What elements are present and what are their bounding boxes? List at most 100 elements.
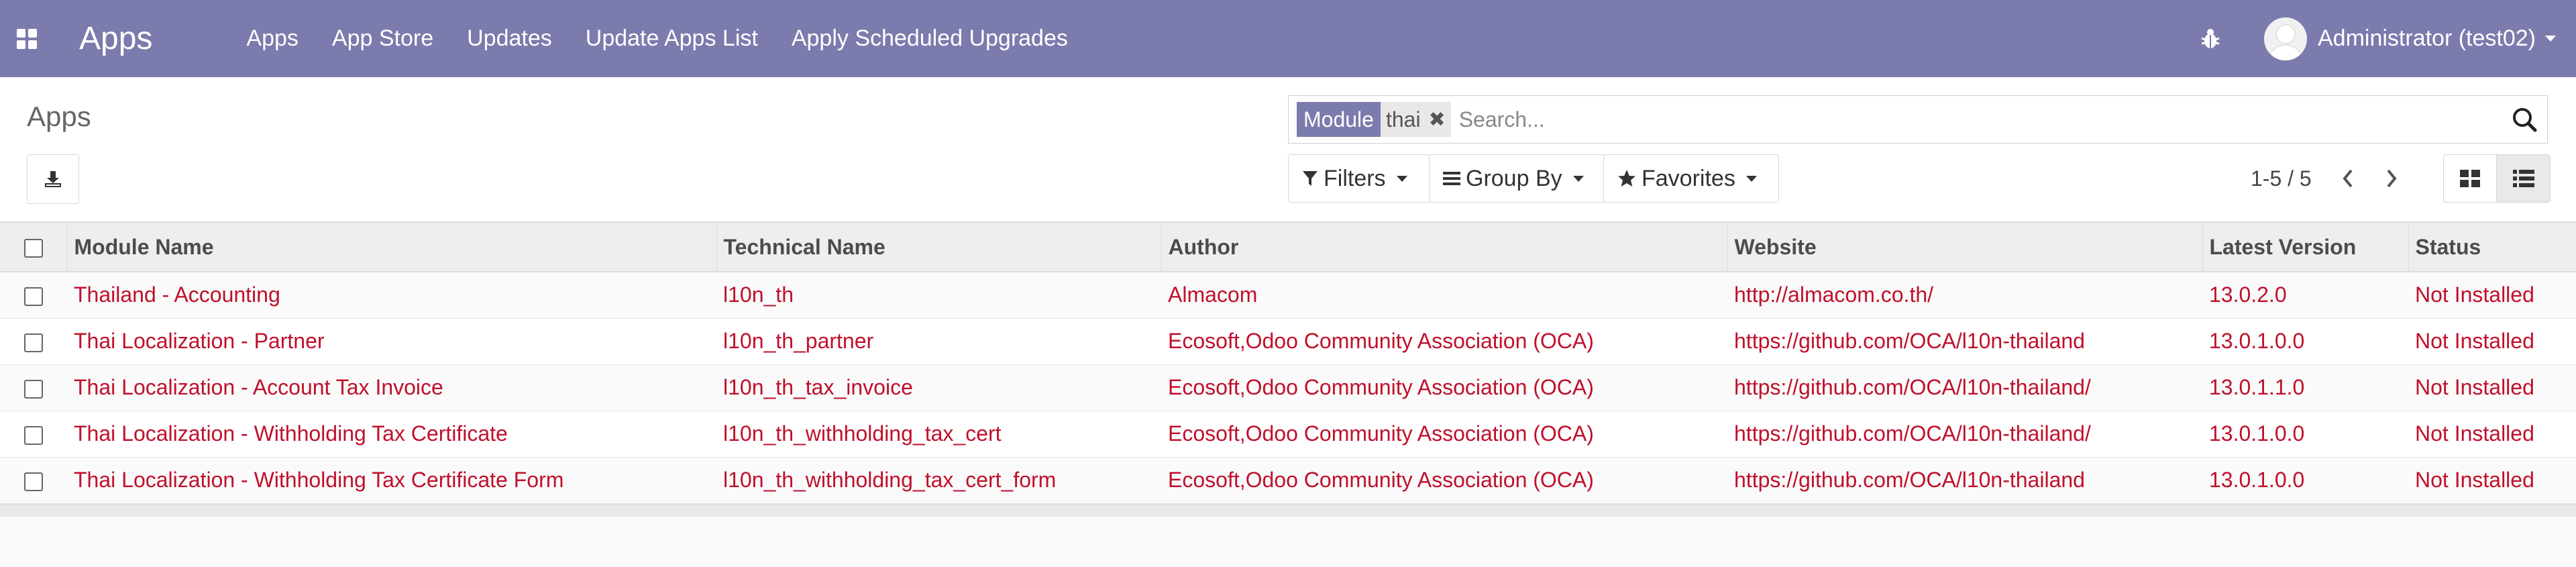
cell-author[interactable]: Ecosoft,Odoo Community Association (OCA) bbox=[1161, 457, 1727, 504]
facet-remove-icon[interactable]: ✖ bbox=[1426, 102, 1451, 137]
chevron-down-icon bbox=[1572, 175, 1584, 182]
view-switcher bbox=[2443, 154, 2551, 203]
apps-table: Module Name Technical Name Author Websit… bbox=[0, 221, 2576, 504]
menu-item-updates[interactable]: Updates bbox=[467, 25, 552, 52]
menu-item-update-apps-list[interactable]: Update Apps List bbox=[586, 25, 758, 52]
navbar-right: Administrator (test02) bbox=[2197, 0, 2556, 77]
chevron-down-icon bbox=[1396, 175, 1407, 182]
search-bar: Module thai ✖ bbox=[1288, 95, 2548, 144]
table-row[interactable]: Thai Localization - Account Tax Invoice … bbox=[0, 364, 2576, 411]
star-icon bbox=[1617, 169, 1636, 188]
row-checkbox[interactable] bbox=[24, 425, 43, 445]
filters-button[interactable]: Filters bbox=[1288, 154, 1430, 203]
select-all-checkbox[interactable] bbox=[23, 239, 43, 258]
list-view-button[interactable] bbox=[2497, 154, 2551, 203]
kanban-view-button[interactable] bbox=[2443, 154, 2497, 203]
cell-author[interactable]: Almacom bbox=[1161, 272, 1727, 319]
facet-label: Module bbox=[1297, 102, 1381, 137]
app-brand[interactable]: Apps bbox=[79, 20, 152, 57]
row-checkbox[interactable] bbox=[24, 379, 43, 399]
cell-latest-version[interactable]: 13.0.1.0.0 bbox=[2202, 411, 2408, 458]
row-checkbox[interactable] bbox=[24, 333, 43, 352]
column-header-author[interactable]: Author bbox=[1161, 221, 1728, 272]
row-checkbox[interactable] bbox=[24, 287, 43, 306]
top-navbar: Apps Apps App Store Updates Update Apps … bbox=[0, 0, 2576, 77]
row-select-cell bbox=[0, 318, 67, 365]
cell-website[interactable]: http://almacom.co.th/ bbox=[1727, 272, 2202, 319]
column-header-technical-name[interactable]: Technical Name bbox=[716, 221, 1162, 272]
cell-status[interactable]: Not Installed bbox=[2408, 272, 2576, 319]
cell-latest-version[interactable]: 13.0.1.0.0 bbox=[2202, 457, 2408, 504]
cell-status[interactable]: Not Installed bbox=[2408, 457, 2576, 504]
column-header-website[interactable]: Website bbox=[1727, 221, 2203, 272]
download-icon bbox=[45, 171, 61, 187]
menu-item-apps[interactable]: Apps bbox=[246, 25, 299, 52]
cell-status[interactable]: Not Installed bbox=[2408, 318, 2576, 365]
table-row[interactable]: Thailand - Accounting l10n_th Almacom ht… bbox=[0, 272, 2576, 319]
list-view-icon bbox=[2512, 170, 2534, 187]
cell-website[interactable]: https://github.com/OCA/l10n-thailand/ bbox=[1727, 364, 2202, 411]
group-by-label: Group By bbox=[1466, 165, 1562, 191]
filter-icon bbox=[1302, 170, 1318, 187]
favorites-label: Favorites bbox=[1642, 165, 1735, 191]
cell-module-name[interactable]: Thai Localization - Account Tax Invoice bbox=[67, 364, 716, 411]
download-button[interactable] bbox=[27, 154, 79, 204]
group-by-button[interactable]: Group By bbox=[1429, 154, 1605, 203]
row-select-cell bbox=[0, 457, 67, 504]
pager-value[interactable]: 1-5 / 5 bbox=[2251, 166, 2312, 191]
cell-technical-name[interactable]: l10n_th bbox=[716, 272, 1161, 319]
row-checkbox[interactable] bbox=[24, 472, 43, 491]
table-row[interactable]: Thai Localization - Withholding Tax Cert… bbox=[0, 457, 2576, 504]
cell-author[interactable]: Ecosoft,Odoo Community Association (OCA) bbox=[1161, 364, 1727, 411]
list-footer bbox=[0, 503, 2576, 517]
table-row[interactable]: Thai Localization - Partner l10n_th_part… bbox=[0, 318, 2576, 365]
apps-list: Module Name Technical Name Author Websit… bbox=[0, 221, 2576, 517]
avatar[interactable] bbox=[2264, 17, 2307, 60]
cell-module-name[interactable]: Thai Localization - Withholding Tax Cert… bbox=[67, 411, 716, 458]
apps-menu-icon[interactable] bbox=[0, 0, 54, 77]
cell-website[interactable]: https://github.com/OCA/l10n-thailand bbox=[1727, 318, 2202, 365]
cell-status[interactable]: Not Installed bbox=[2408, 364, 2576, 411]
cell-technical-name[interactable]: l10n_th_withholding_tax_cert bbox=[716, 411, 1161, 458]
cell-module-name[interactable]: Thai Localization - Withholding Tax Cert… bbox=[67, 457, 716, 504]
cell-technical-name[interactable]: l10n_th_partner bbox=[716, 318, 1161, 365]
column-header-latest-version[interactable]: Latest Version bbox=[2202, 221, 2409, 272]
cell-author[interactable]: Ecosoft,Odoo Community Association (OCA) bbox=[1161, 411, 1727, 458]
search-input[interactable] bbox=[1457, 106, 2511, 133]
kanban-grid-icon bbox=[2460, 170, 2480, 187]
cell-author[interactable]: Ecosoft,Odoo Community Association (OCA) bbox=[1161, 318, 1727, 365]
page-title: Apps bbox=[27, 101, 91, 132]
menu-item-app-store[interactable]: App Store bbox=[332, 25, 433, 52]
cell-website[interactable]: https://github.com/OCA/l10n-thailand bbox=[1727, 457, 2202, 504]
cell-latest-version[interactable]: 13.0.1.1.0 bbox=[2202, 364, 2408, 411]
cell-technical-name[interactable]: l10n_th_tax_invoice bbox=[716, 364, 1161, 411]
list-bars-icon bbox=[1443, 171, 1460, 186]
chevron-left-icon[interactable] bbox=[2334, 161, 2361, 196]
bug-icon[interactable] bbox=[2197, 25, 2224, 52]
facet-value: thai bbox=[1380, 102, 1426, 137]
search-icon[interactable] bbox=[2511, 106, 2538, 133]
cell-module-name[interactable]: Thailand - Accounting bbox=[67, 272, 716, 319]
column-header-module-name[interactable]: Module Name bbox=[67, 221, 717, 272]
row-select-cell bbox=[0, 411, 67, 458]
column-header-status[interactable]: Status bbox=[2408, 221, 2576, 272]
filters-label: Filters bbox=[1324, 165, 1386, 191]
user-menu-name[interactable]: Administrator (test02) bbox=[2318, 25, 2536, 52]
cell-website[interactable]: https://github.com/OCA/l10n-thailand/ bbox=[1727, 411, 2202, 458]
row-select-cell bbox=[0, 364, 67, 411]
favorites-button[interactable]: Favorites bbox=[1603, 154, 1779, 203]
cell-latest-version[interactable]: 13.0.2.0 bbox=[2202, 272, 2408, 319]
select-all-cell bbox=[0, 221, 68, 272]
cell-latest-version[interactable]: 13.0.1.0.0 bbox=[2202, 318, 2408, 365]
chevron-down-icon[interactable] bbox=[2545, 36, 2556, 42]
menu-item-apply-scheduled-upgrades[interactable]: Apply Scheduled Upgrades bbox=[792, 25, 1068, 52]
chevron-down-icon bbox=[1746, 175, 1757, 182]
chevron-right-icon[interactable] bbox=[2378, 161, 2405, 196]
cell-status[interactable]: Not Installed bbox=[2408, 411, 2576, 458]
row-select-cell bbox=[0, 272, 67, 319]
table-row[interactable]: Thai Localization - Withholding Tax Cert… bbox=[0, 411, 2576, 458]
top-menu: Apps App Store Updates Update Apps List … bbox=[246, 25, 1101, 52]
search-facet: Module thai ✖ bbox=[1297, 102, 1451, 137]
cell-technical-name[interactable]: l10n_th_withholding_tax_cert_form bbox=[716, 457, 1161, 504]
cell-module-name[interactable]: Thai Localization - Partner bbox=[67, 318, 716, 365]
